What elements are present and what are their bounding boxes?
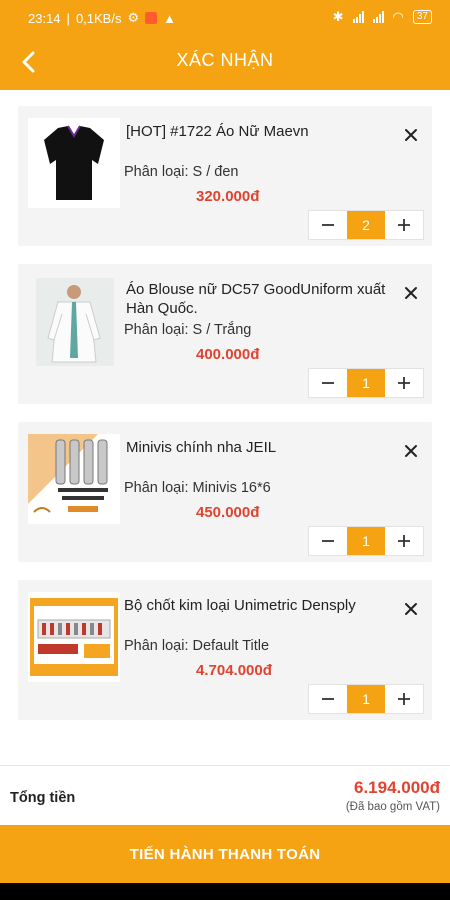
minus-icon	[322, 698, 334, 700]
remove-item-icon[interactable]	[400, 440, 422, 462]
status-right: ✱ ◠ 37	[333, 9, 432, 25]
product-variant: Phân loại: S / đen	[124, 164, 239, 180]
cart-item: Áo Blouse nữ DC57 GoodUniform xuất Hàn Q…	[18, 264, 432, 404]
product-price: 320.000đ	[196, 188, 260, 205]
cart-list[interactable]: [HOT] #1722 Áo Nữ Maevn Phân loại: S / đ…	[0, 90, 450, 765]
increase-button[interactable]	[385, 211, 423, 239]
app-header: XÁC NHẬN	[0, 34, 450, 90]
status-time: 23:14	[28, 10, 61, 26]
plus-icon	[398, 219, 410, 231]
product-price: 450.000đ	[196, 504, 260, 521]
status-separator: |	[66, 10, 70, 26]
warning-icon: ▲	[163, 10, 176, 26]
product-name: Bộ chốt kim loại Unimetric Densply	[124, 597, 356, 614]
plus-icon	[398, 693, 410, 705]
quantity-value[interactable]: 1	[347, 527, 385, 555]
signal-icon-2	[372, 11, 384, 23]
total-bar: Tổng tiền 6.194.000đ (Đã bao gồm VAT)	[0, 765, 450, 826]
product-price: 4.704.000đ	[196, 662, 272, 679]
status-bar: 23:14 | 0,1KB/s ⚙ ▲ ✱ ◠ 37	[0, 0, 450, 34]
quantity-value[interactable]: 2	[347, 211, 385, 239]
product-name: [HOT] #1722 Áo Nữ Maevn	[126, 123, 309, 140]
checkout-button[interactable]: TIẾN HÀNH THANH TOÁN	[0, 825, 450, 883]
product-name: Áo Blouse nữ DC57 GoodUniform xuất Hàn Q…	[126, 281, 386, 317]
wifi-icon: ◠	[392, 9, 404, 24]
plus-icon	[398, 535, 410, 547]
quantity-stepper: 1	[308, 368, 424, 398]
post-kit-box-icon	[28, 592, 120, 682]
status-net-speed: 0,1KB/s	[75, 10, 122, 26]
product-image[interactable]	[28, 118, 120, 208]
quantity-value[interactable]: 1	[347, 685, 385, 713]
vat-note: (Đã bao gồm VAT)	[345, 801, 440, 813]
product-image[interactable]	[36, 278, 114, 366]
plus-icon	[398, 377, 410, 389]
product-variant: Phân loại: Default Title	[124, 638, 270, 654]
decrease-button[interactable]	[309, 211, 347, 239]
decrease-button[interactable]	[309, 369, 347, 397]
remove-item-icon[interactable]	[400, 598, 422, 620]
increase-button[interactable]	[385, 685, 423, 713]
product-variant: Phân loại: S / Trắng	[124, 322, 252, 338]
sync-icon: ⚙	[127, 10, 140, 25]
quantity-stepper: 2	[308, 210, 424, 240]
screw-pack-icon	[28, 434, 120, 524]
cart-item: Minivis chính nha JEIL Phân loại: Minivi…	[18, 422, 432, 562]
quantity-stepper: 1	[308, 684, 424, 714]
decrease-button[interactable]	[309, 685, 347, 713]
decrease-button[interactable]	[309, 527, 347, 555]
battery-icon: 37	[412, 10, 432, 24]
product-image[interactable]	[28, 592, 120, 682]
bluetooth-icon: ✱	[332, 9, 344, 24]
app-notification-icon	[145, 12, 158, 24]
system-nav-bar	[0, 883, 450, 900]
minus-icon	[322, 540, 334, 542]
page-title: XÁC NHẬN	[176, 50, 274, 70]
product-image[interactable]	[28, 434, 120, 524]
increase-button[interactable]	[385, 369, 423, 397]
quantity-stepper: 1	[308, 526, 424, 556]
signal-icon	[352, 11, 364, 23]
minus-icon	[322, 382, 334, 384]
cart-item: Bộ chốt kim loại Unimetric Densply Phân …	[18, 580, 432, 720]
increase-button[interactable]	[385, 527, 423, 555]
quantity-value[interactable]: 1	[347, 369, 385, 397]
product-name: Minivis chính nha JEIL	[126, 439, 277, 456]
cart-item: [HOT] #1722 Áo Nữ Maevn Phân loại: S / đ…	[18, 106, 432, 246]
product-price: 400.000đ	[196, 346, 260, 363]
product-variant: Phân loại: Minivis 16*6	[124, 480, 271, 496]
total-amount: 6.194.000đ	[353, 778, 440, 797]
minus-icon	[322, 224, 334, 226]
black-scrub-top-icon	[28, 118, 120, 208]
remove-item-icon[interactable]	[400, 282, 422, 304]
total-label: Tổng tiền	[10, 790, 76, 806]
white-lab-coat-icon	[36, 278, 114, 366]
remove-item-icon[interactable]	[400, 124, 422, 146]
status-left: 23:14 | 0,1KB/s ⚙ ▲	[28, 10, 176, 26]
